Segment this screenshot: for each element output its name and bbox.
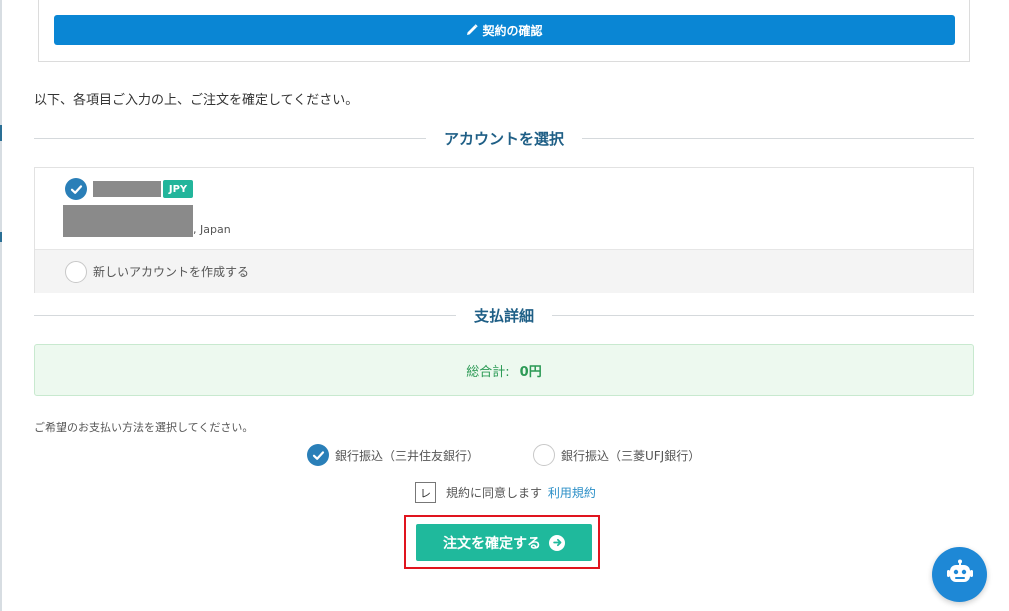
divider-line bbox=[34, 137, 426, 139]
payment-section-title: 支払詳細 bbox=[474, 306, 535, 325]
robot-icon bbox=[946, 559, 974, 590]
total-label: 総合計: bbox=[466, 364, 510, 380]
divider-line bbox=[34, 314, 456, 316]
terms-agreement: レ 規約に同意します 利用規約 bbox=[415, 482, 596, 503]
left-edge-marker bbox=[0, 125, 2, 141]
radio-empty-icon[interactable] bbox=[533, 444, 555, 466]
total-value: 0円 bbox=[519, 364, 542, 380]
left-edge-marker bbox=[0, 232, 2, 242]
payment-option-mufg[interactable]: 銀行振込（三菱UFJ銀行） bbox=[533, 443, 700, 467]
left-edge-strip bbox=[0, 0, 2, 611]
existing-account-option[interactable]: JPY , Japan bbox=[35, 168, 973, 249]
check-circle-icon[interactable] bbox=[307, 444, 329, 466]
currency-badge: JPY bbox=[163, 180, 193, 198]
account-selector: JPY , Japan 新しいアカウントを作成する bbox=[34, 167, 974, 293]
terms-link[interactable]: 利用規約 bbox=[548, 486, 596, 500]
payment-option-label: 銀行振込（三菱UFJ銀行） bbox=[561, 448, 701, 463]
pencil-icon bbox=[466, 24, 479, 36]
divider-line bbox=[582, 137, 975, 139]
divider-line bbox=[552, 314, 975, 316]
payment-option-smbc[interactable]: 銀行振込（三井住友銀行） bbox=[307, 443, 479, 467]
order-instruction: 以下、各項目ご入力の上、ご注文を確定してください。 bbox=[34, 93, 359, 108]
arrow-right-circle-icon bbox=[549, 534, 565, 551]
payment-method-instruction: ご希望のお支払い方法を選択してください。 bbox=[34, 421, 254, 434]
account-section-title: アカウントを選択 bbox=[444, 129, 565, 148]
new-account-label: 新しいアカウントを作成する bbox=[93, 265, 250, 279]
redacted-account-name bbox=[93, 181, 161, 197]
agree-text: 規約に同意します 利用規約 bbox=[446, 484, 596, 501]
payment-section-header: 支払詳細 bbox=[34, 305, 975, 325]
confirm-contract-label: 契約の確認 bbox=[482, 23, 543, 38]
payment-option-label: 銀行振込（三井住友銀行） bbox=[335, 448, 480, 463]
order-confirmation-page: 契約の確認 以下、各項目ご入力の上、ご注文を確定してください。 アカウントを選択… bbox=[0, 0, 1009, 611]
redacted-address bbox=[63, 205, 193, 237]
chatbot-button[interactable] bbox=[932, 547, 987, 602]
confirm-order-label: 注文を確定する bbox=[443, 534, 541, 551]
check-circle-icon[interactable] bbox=[65, 178, 87, 200]
account-section-header: アカウントを選択 bbox=[34, 128, 975, 148]
confirm-contract-button[interactable]: 契約の確認 bbox=[54, 15, 955, 45]
new-account-option[interactable]: 新しいアカウントを作成する bbox=[35, 249, 973, 293]
total-amount-box: 総合計: 0円 bbox=[34, 344, 974, 396]
address-country: , Japan bbox=[193, 223, 231, 236]
confirm-order-button[interactable]: 注文を確定する bbox=[416, 524, 592, 561]
radio-empty-icon[interactable] bbox=[65, 261, 87, 283]
contract-card: 契約の確認 bbox=[38, 0, 970, 62]
agree-label: 規約に同意します bbox=[446, 486, 543, 500]
agree-checkbox[interactable]: レ bbox=[415, 482, 436, 503]
